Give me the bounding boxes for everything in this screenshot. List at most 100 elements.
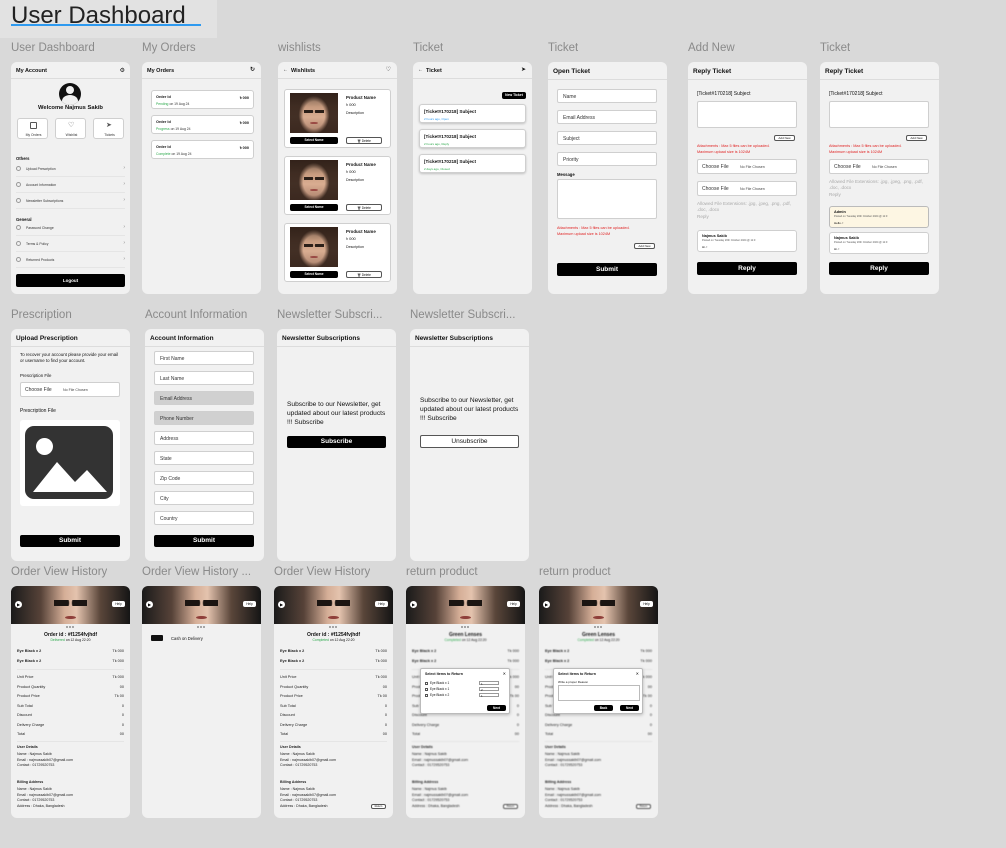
- delete-button[interactable]: 🗑 Delete: [346, 271, 382, 278]
- play-icon[interactable]: ▶: [146, 601, 153, 608]
- menu-item[interactable]: Terms & Policy ›: [16, 240, 125, 250]
- help-button[interactable]: Help: [243, 601, 256, 607]
- input-field[interactable]: Zip Code: [154, 471, 254, 485]
- back-button[interactable]: Back: [594, 705, 613, 711]
- summary-value: Tk 000: [375, 675, 387, 679]
- billing-title: Billing Address: [280, 780, 307, 784]
- product-image: [290, 160, 338, 200]
- wishlist-button[interactable]: ♡ Wishlist: [55, 118, 86, 139]
- input-field[interactable]: Name: [557, 89, 657, 103]
- choose-file-label: Choose File: [702, 186, 729, 192]
- add-new-button[interactable]: Add New: [906, 135, 927, 141]
- frame-label: Newsletter Subscri...: [277, 309, 383, 321]
- message-meta: Posted on Tuesday 20th October 2024 @ 11…: [834, 241, 888, 244]
- user-icon: [16, 182, 21, 187]
- next-button[interactable]: Next: [620, 705, 639, 711]
- account-header: Account Information: [145, 329, 264, 347]
- input-field[interactable]: Subject: [557, 131, 657, 145]
- reason-textarea[interactable]: [558, 685, 640, 701]
- file-input[interactable]: Choose File No File Chosen: [829, 159, 929, 174]
- file-input[interactable]: Choose File No File Chosen: [20, 382, 120, 397]
- reply-button[interactable]: Reply: [829, 262, 929, 275]
- checkbox[interactable]: [425, 681, 428, 685]
- newsletter-text: Subscribe to our Newsletter, get updated…: [287, 401, 386, 426]
- open-ticket-frame: Open Ticket Message Attachments : Max 5 …: [548, 62, 667, 294]
- message-author: Najmus Sakib: [702, 234, 727, 238]
- close-icon[interactable]: ✕: [503, 671, 506, 676]
- welcome-text: Welcome Najmus Sakib: [38, 105, 103, 111]
- status-date: on 12 Aug 22:20: [65, 638, 91, 642]
- back-arrow-icon[interactable]: ←: [418, 67, 423, 73]
- subscribe-button[interactable]: Subscribe: [287, 436, 386, 448]
- qty-input[interactable]: 1: [479, 692, 499, 698]
- heart-icon[interactable]: ♡: [386, 66, 391, 73]
- input-field[interactable]: Last Name: [154, 371, 254, 385]
- logout-button[interactable]: Logout: [16, 274, 125, 287]
- checkbox[interactable]: [425, 693, 428, 697]
- refresh-icon[interactable]: ↻: [250, 66, 255, 73]
- prescription-note: To recover your account please provide y…: [20, 352, 119, 363]
- menu-item[interactable]: Upload Prescription ›: [16, 165, 125, 175]
- return-modal: Select Items to Return ✕ Eye Black x 1 1 Eye…: [420, 668, 510, 714]
- select-button[interactable]: Select Name: [290, 137, 338, 144]
- summary-label: Delivery Charge: [545, 722, 573, 727]
- order-card[interactable]: Order Id ৳ 000 Pendingon 19 Aug 24: [151, 90, 254, 109]
- delete-button[interactable]: 🗑 Delete: [346, 204, 382, 211]
- input-field[interactable]: State: [154, 451, 254, 465]
- ticket-card[interactable]: [Ticket#170218] Subject 2 hours ago, Open: [419, 104, 526, 123]
- ticket-card[interactable]: [Ticket#170218] Subject 2 days ago, Close…: [419, 154, 526, 173]
- next-button[interactable]: Next: [487, 705, 506, 711]
- user-detail: Name : Najmus Sakib: [545, 752, 580, 756]
- return-button[interactable]: Return: [636, 804, 651, 809]
- ticket-card[interactable]: [Ticket#170218] Subject 2 hours ago, Repl…: [419, 129, 526, 148]
- file-input[interactable]: Choose File No File Chosen: [697, 181, 797, 196]
- submit-button[interactable]: Submit: [154, 535, 254, 547]
- delete-button[interactable]: 🗑 Delete: [346, 137, 382, 144]
- file-input[interactable]: Choose File No File Chosen: [697, 159, 797, 174]
- menu-item[interactable]: Newsletter Subscriptions ›: [16, 197, 125, 207]
- input-field[interactable]: Priority: [557, 152, 657, 166]
- menu-item[interactable]: Account Information ›: [16, 181, 125, 191]
- submit-button[interactable]: Submit: [557, 263, 657, 276]
- account-title: Account Information: [150, 335, 214, 342]
- tickets-button[interactable]: ➤ Tickets: [93, 118, 124, 139]
- input-field[interactable]: Address: [154, 431, 254, 445]
- qty-input[interactable]: 2: [479, 686, 499, 692]
- close-icon[interactable]: ✕: [636, 671, 639, 676]
- checkbox[interactable]: [425, 687, 428, 691]
- add-new-button[interactable]: Add New: [634, 243, 655, 249]
- send-icon[interactable]: ➤: [521, 66, 526, 73]
- orders-frame: My Orders ↻ Order Id ৳ 000 Pendingon 19 Au…: [142, 62, 261, 294]
- gear-icon[interactable]: ⚙: [120, 67, 125, 74]
- ticket-meta: 2 hours ago, Open: [424, 117, 449, 121]
- input-field[interactable]: First Name: [154, 351, 254, 365]
- order-status: Progress: [156, 127, 170, 131]
- user-detail: Contact : 01729520753: [280, 763, 318, 767]
- input-field[interactable]: Email Address: [557, 110, 657, 124]
- input-field[interactable]: City: [154, 491, 254, 505]
- divider: [16, 208, 125, 209]
- reply-textarea[interactable]: [829, 101, 929, 128]
- menu-item[interactable]: Password Change ›: [16, 224, 125, 234]
- add-new-button[interactable]: Add New: [774, 135, 795, 141]
- select-button[interactable]: Select Name: [290, 271, 338, 278]
- submit-button[interactable]: Submit: [20, 535, 120, 547]
- order-card[interactable]: Order Id ৳ 000 Completeon 19 Aug 24: [151, 140, 254, 159]
- back-arrow-icon[interactable]: ←: [283, 67, 288, 73]
- newsletter-header: Newsletter Subscriptions: [410, 329, 529, 347]
- input-field[interactable]: Country: [154, 511, 254, 525]
- menu-item[interactable]: Returned Products ›: [16, 256, 125, 266]
- reply-frame-2: Reply Ticket [Ticket#170218] Subject Add…: [820, 62, 939, 294]
- reply-button[interactable]: Reply: [697, 262, 797, 275]
- return-button[interactable]: Return: [503, 804, 518, 809]
- qty-input[interactable]: 1: [479, 680, 499, 686]
- reply-label: Reply: [829, 192, 841, 197]
- order-card[interactable]: Order Id ৳ 000 Progresson 19 Aug 24: [151, 115, 254, 134]
- new-ticket-button[interactable]: New Ticket: [502, 92, 526, 99]
- return-button[interactable]: Return: [371, 804, 386, 809]
- unsubscribe-button[interactable]: Unsubscribe: [420, 435, 519, 448]
- my-orders-button[interactable]: My Orders: [17, 118, 48, 139]
- reply-textarea[interactable]: [697, 101, 797, 128]
- select-button[interactable]: Select Name: [290, 204, 338, 211]
- message-textarea[interactable]: [557, 179, 657, 219]
